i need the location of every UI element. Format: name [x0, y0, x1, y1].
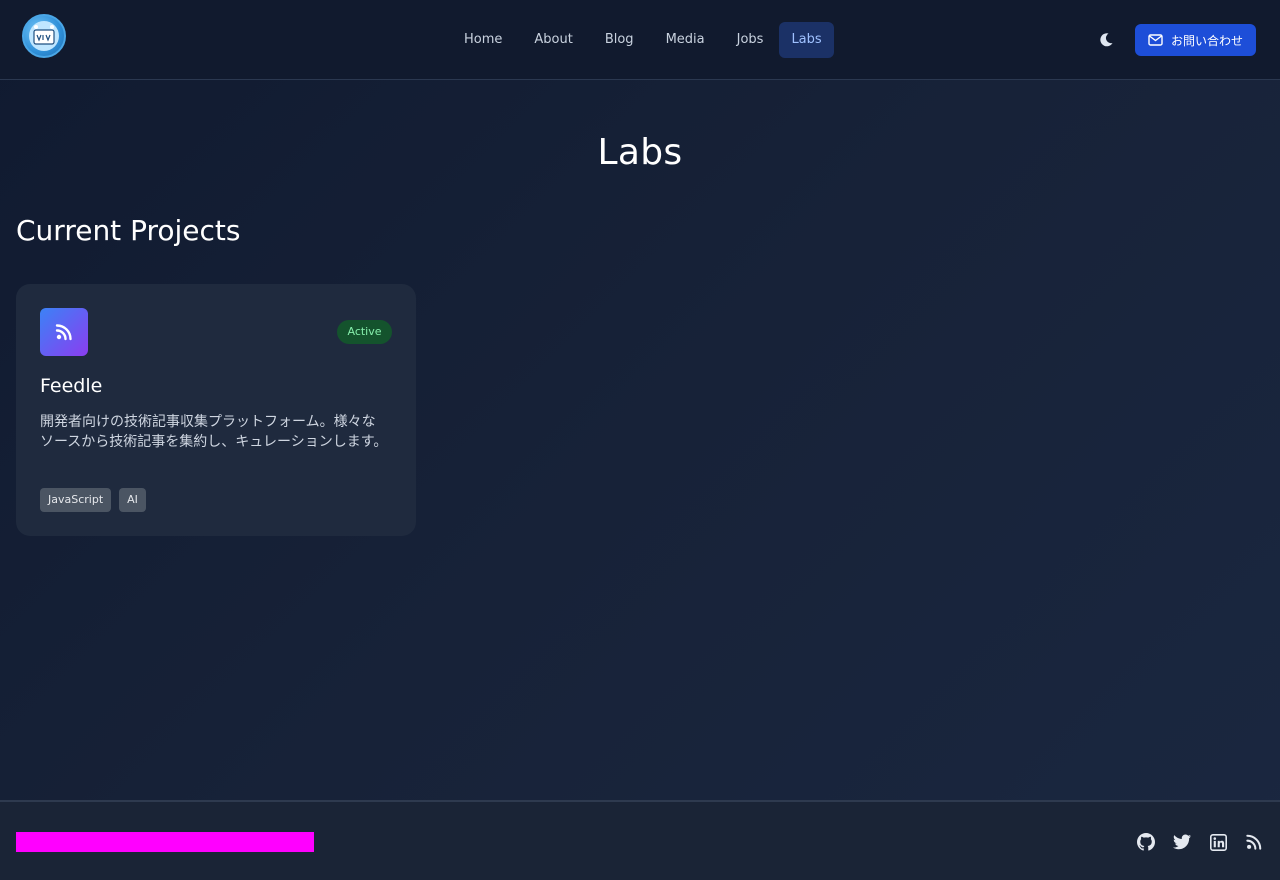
project-description: 開発者向けの技術記事収集プラットフォーム。様々なソースから技術記事を集約し、キュ… [40, 414, 388, 450]
tag-javascript: JavaScript [40, 488, 112, 512]
nav-labs[interactable]: Labs [779, 22, 834, 58]
nav-home[interactable]: Home [448, 22, 518, 58]
tag-ai: AI [119, 488, 146, 512]
footer-redacted-block [16, 832, 314, 852]
section-title: Current Projects [16, 214, 241, 247]
linkedin-link[interactable] [1209, 833, 1227, 851]
cartoon-avatar-logo-icon [29, 21, 59, 51]
rss-icon [1246, 834, 1262, 850]
main-nav: Home About Blog Media Jobs Labs [448, 22, 834, 58]
project-icon [40, 308, 88, 356]
theme-toggle-button[interactable] [1096, 30, 1116, 50]
status-badge: Active [337, 320, 392, 344]
project-tags: JavaScript AI [40, 488, 146, 512]
github-icon [1137, 833, 1155, 851]
page-title: Labs [597, 132, 683, 173]
rss-icon [55, 324, 72, 341]
linkedin-icon [1209, 833, 1227, 851]
contact-button[interactable]: お問い合わせ [1135, 24, 1256, 56]
mail-icon [1148, 34, 1163, 46]
github-link[interactable] [1137, 833, 1155, 851]
site-header: Home About Blog Media Jobs Labs お問い合わせ [0, 0, 1280, 80]
moon-icon [1100, 33, 1113, 47]
twitter-link[interactable] [1173, 833, 1191, 851]
project-name: Feedle [40, 375, 103, 397]
nav-jobs[interactable]: Jobs [721, 22, 780, 58]
site-footer [0, 800, 1280, 880]
twitter-icon [1173, 834, 1191, 850]
site-logo[interactable] [22, 14, 66, 58]
nav-about[interactable]: About [518, 22, 588, 58]
rss-link[interactable] [1245, 833, 1263, 851]
contact-button-label: お問い合わせ [1170, 33, 1243, 48]
nav-blog[interactable]: Blog [589, 22, 650, 58]
project-card[interactable]: Active Feedle 開発者向けの技術記事収集プラットフォーム。様々なソー… [16, 284, 416, 536]
nav-media[interactable]: Media [650, 22, 721, 58]
